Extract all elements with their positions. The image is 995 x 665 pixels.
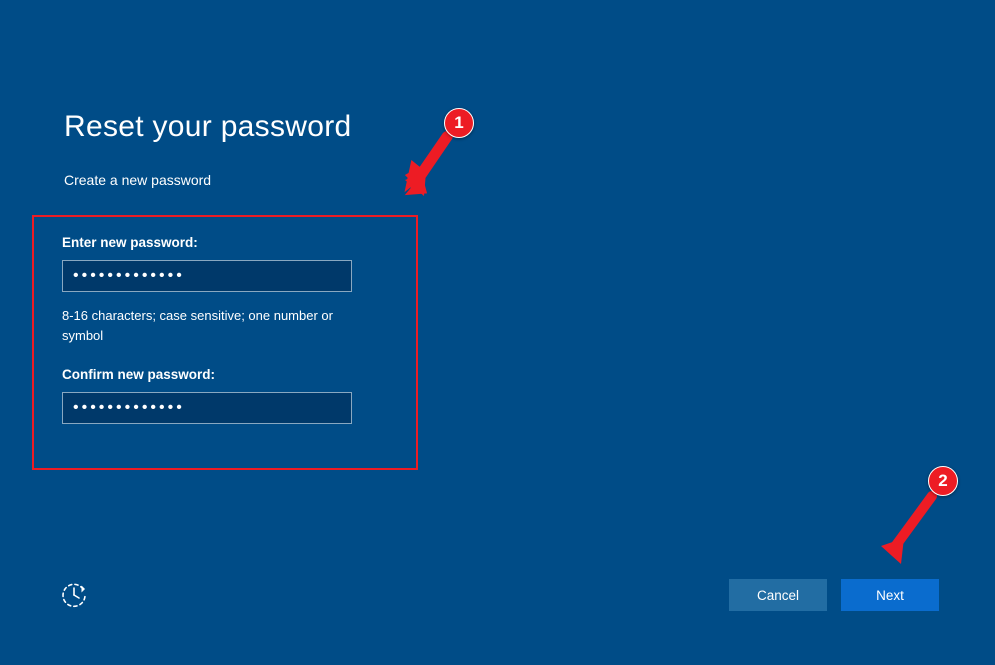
cancel-button[interactable]: Cancel — [729, 579, 827, 611]
enter-password-input[interactable] — [62, 260, 352, 292]
page-subtitle: Create a new password — [64, 172, 931, 188]
password-hint: 8-16 characters; case sensitive; one num… — [62, 306, 362, 345]
password-form-highlight: Enter new password: 8-16 characters; cas… — [32, 215, 418, 470]
ease-of-access-icon[interactable] — [60, 581, 88, 609]
annotation-badge-2: 2 — [928, 466, 958, 496]
confirm-password-input[interactable] — [62, 392, 352, 424]
enter-password-label: Enter new password: — [62, 235, 388, 250]
confirm-password-label: Confirm new password: — [62, 367, 388, 382]
next-button[interactable]: Next — [841, 579, 939, 611]
page-title: Reset your password — [64, 110, 931, 144]
annotation-callout-2: 2 — [876, 466, 966, 576]
